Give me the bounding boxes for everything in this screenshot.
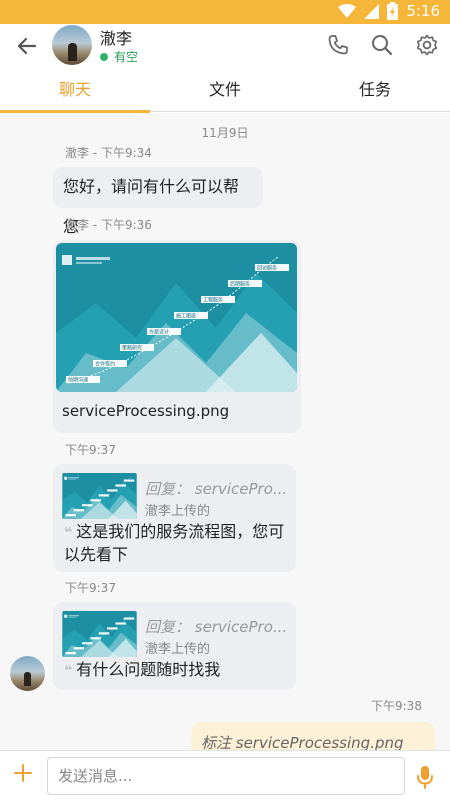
logo-mark xyxy=(62,255,72,265)
reply-message[interactable]: 回复： servicePro... 澈李上传的 ❝ 这是我们的服务流程图，您可以先… xyxy=(53,464,296,572)
chat-header: 澈李 有空 xyxy=(0,24,450,68)
date-divider: 11月9日 xyxy=(201,126,249,140)
microphone-icon[interactable] xyxy=(414,764,436,790)
reply-subtitle: 澈李上传的 xyxy=(145,504,211,519)
process-step-label: 后期服务 xyxy=(230,281,250,288)
process-step-box xyxy=(107,627,118,630)
process-step-box xyxy=(65,514,76,517)
reply-text: 有什么问题随时找我 xyxy=(76,660,221,679)
reply-thumbnail-graphic xyxy=(62,473,137,519)
presence-status: 有空 xyxy=(100,48,138,65)
sender-avatar[interactable] xyxy=(10,656,45,691)
tab-chat[interactable]: 聊天 xyxy=(0,68,150,113)
logo-text-line xyxy=(68,478,77,480)
reply-title: 回复： servicePro... xyxy=(145,480,288,498)
process-step-box xyxy=(98,494,110,497)
reply-subtitle: 澈李上传的 xyxy=(145,642,211,657)
reply-title: 回复： servicePro... xyxy=(145,618,288,636)
status-bar: 5:16 xyxy=(0,0,450,24)
process-step-box xyxy=(98,632,110,635)
message-time: 下午9:37 xyxy=(65,581,116,595)
process-step-label: 工程服务 xyxy=(203,297,223,304)
message-time: 下午9:37 xyxy=(65,443,116,457)
message-sender-time: 澈李 - 下午9:36 xyxy=(65,218,152,232)
presence-label: 有空 xyxy=(114,50,139,64)
battery-icon xyxy=(387,2,399,20)
outgoing-message-bubble[interactable]: 标注 serviceProcessing.png xyxy=(191,722,435,750)
process-step-label: 合作签约 xyxy=(95,361,115,368)
process-step-box xyxy=(82,504,93,507)
reply-thumbnail[interactable] xyxy=(62,473,137,519)
status-time: 5:16 xyxy=(406,2,440,20)
process-step-box xyxy=(90,637,101,640)
process-step-box xyxy=(123,479,135,482)
quote-icon: ❝ xyxy=(64,663,73,679)
tab-bar: 聊天 文件 任务 xyxy=(0,68,450,113)
process-step-box xyxy=(123,617,135,620)
process-step-label: 回访服务 xyxy=(257,265,277,272)
process-step-label: 施工图纸 xyxy=(176,313,196,320)
message-bubble[interactable]: 您好，请问有什么可以帮您 xyxy=(53,167,263,236)
reply-text: 这是我们的服务流程图，您可以先看下 xyxy=(64,522,285,564)
quote-icon: ❝ xyxy=(64,525,73,541)
process-step-box xyxy=(73,509,85,512)
message-input-bar xyxy=(0,750,450,800)
process-step-box xyxy=(107,489,118,492)
process-step-box xyxy=(82,642,93,645)
process-step-label: 前期沟通 xyxy=(68,377,88,384)
phone-icon[interactable] xyxy=(326,33,350,57)
contact-name: 澈李 xyxy=(100,29,133,48)
process-step-box xyxy=(115,622,126,625)
logo-mark xyxy=(64,614,68,618)
process-step-label: 方案设计 xyxy=(149,329,169,336)
message-list[interactable]: 11月9日 澈李 - 下午9:34 您好，请问有什么可以帮您 澈李 - 下午9:… xyxy=(0,113,450,750)
signal-icon xyxy=(364,3,380,19)
settings-icon[interactable] xyxy=(415,33,439,57)
reply-text-wrap: ❝ 有什么问题随时找我 xyxy=(64,659,286,682)
back-arrow-icon[interactable] xyxy=(14,33,40,59)
logo-text-line xyxy=(68,615,79,617)
reply-thumbnail[interactable] xyxy=(62,611,137,657)
message-sender-time: 澈李 - 下午9:34 xyxy=(65,146,152,160)
contact-avatar[interactable] xyxy=(52,25,92,65)
reply-thumbnail-graphic xyxy=(62,611,137,657)
presence-dot-icon xyxy=(100,52,108,61)
logo-text-line xyxy=(68,616,77,618)
tab-files[interactable]: 文件 xyxy=(150,68,300,112)
service-process-image[interactable]: 前期沟通 合作签约 策略研究 方案设计 施工图纸 工程服务 后期服务 回访服务 xyxy=(56,243,297,392)
logo-text-line xyxy=(76,257,110,260)
image-filename: serviceProcessing.png xyxy=(62,402,230,420)
logo-mark xyxy=(64,476,68,480)
logo-text-line xyxy=(76,262,102,264)
message-input[interactable] xyxy=(47,757,405,795)
add-attachment-icon[interactable] xyxy=(12,762,34,784)
wifi-icon xyxy=(338,3,357,18)
process-step-box xyxy=(115,484,126,487)
process-step-box xyxy=(90,499,101,502)
service-process-image-graphic: 前期沟通 合作签约 策略研究 方案设计 施工图纸 工程服务 后期服务 回访服务 xyxy=(56,243,297,392)
tab-tasks[interactable]: 任务 xyxy=(300,68,450,112)
reply-message[interactable]: 回复： servicePro... 澈李上传的 ❝ 有什么问题随时找我 xyxy=(53,602,296,690)
message-time: 下午9:38 xyxy=(371,699,422,713)
logo-text-line xyxy=(68,477,79,479)
reply-text-wrap: ❝ 这是我们的服务流程图，您可以先看下 xyxy=(64,521,286,566)
outgoing-message-text: 标注 serviceProcessing.png xyxy=(201,734,404,750)
search-icon[interactable] xyxy=(370,33,394,57)
image-message[interactable]: 前期沟通 合作签约 策略研究 方案设计 施工图纸 工程服务 后期服务 回访服务 service… xyxy=(53,240,301,433)
process-step-label: 策略研究 xyxy=(122,345,142,352)
process-step-box xyxy=(73,647,85,650)
process-step-box xyxy=(65,652,76,655)
